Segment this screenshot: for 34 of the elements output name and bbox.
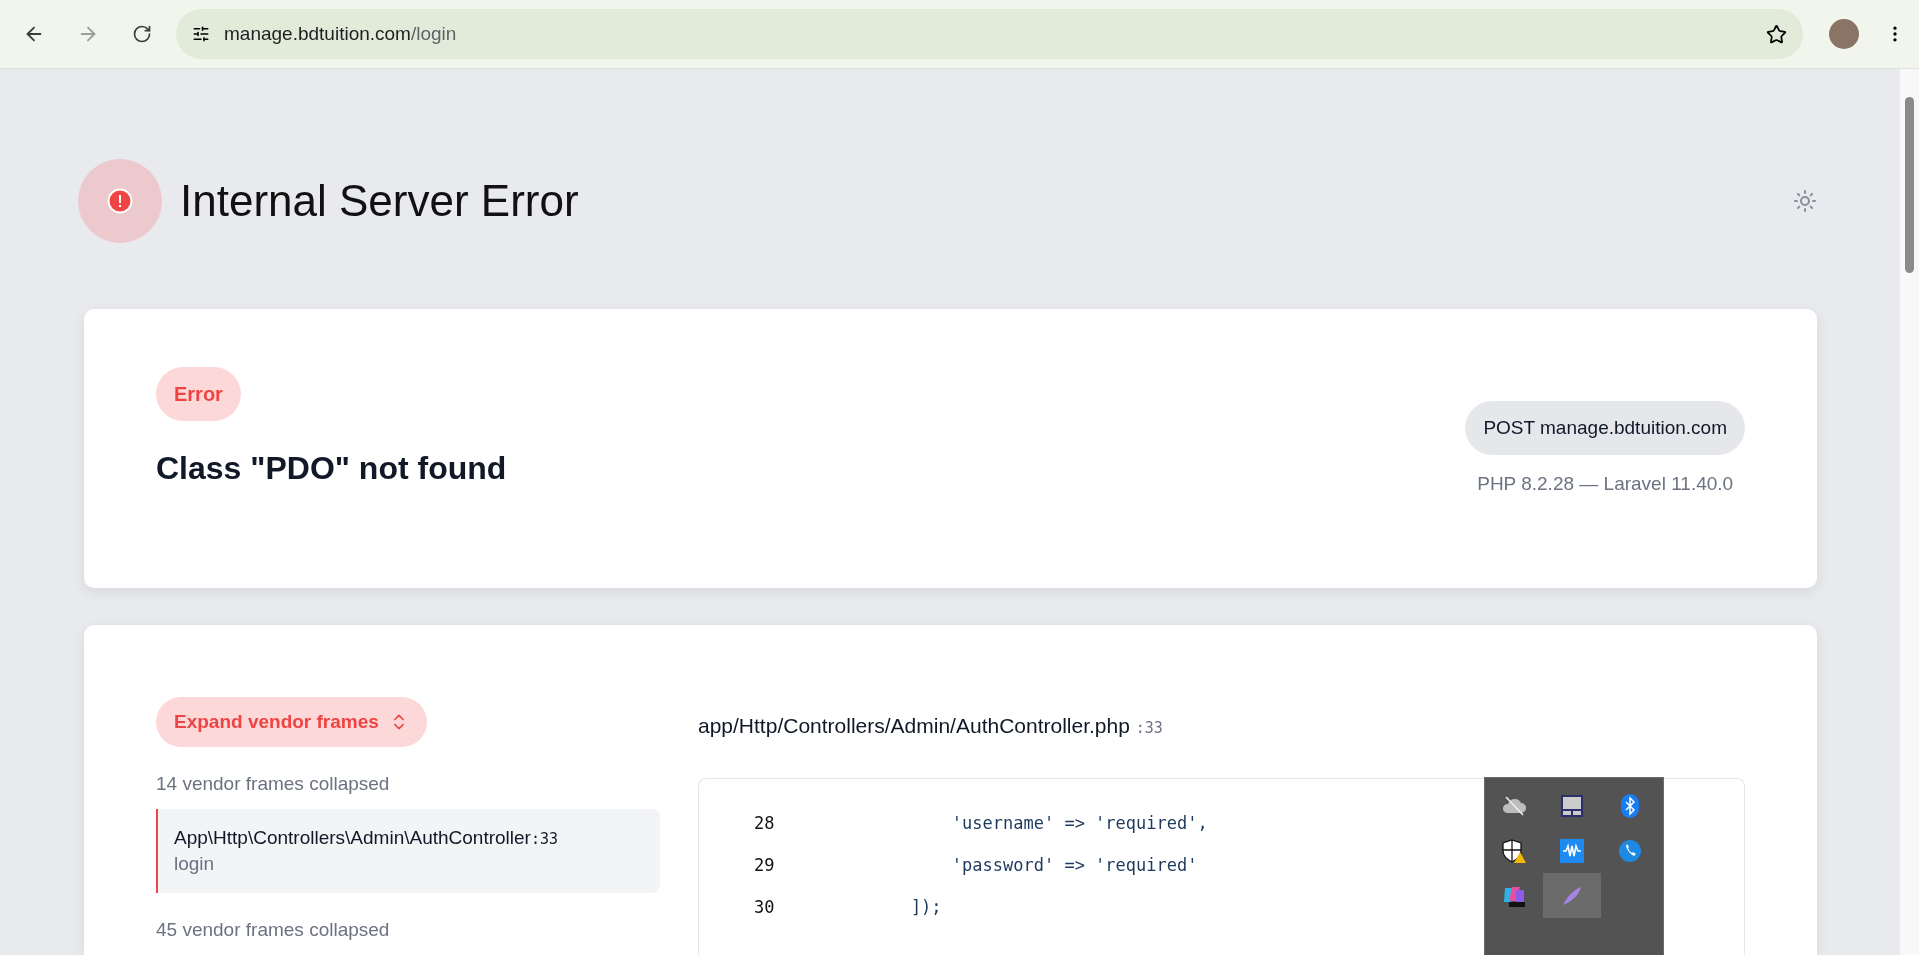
touchpad-icon: [1560, 793, 1584, 818]
expand-vendor-frames-button[interactable]: Expand vendor frames: [156, 697, 427, 747]
bluetooth-icon: [1621, 793, 1639, 818]
cloud-off-icon: [1501, 794, 1527, 817]
code-line: ]);: [909, 897, 942, 917]
frame-class: App\Http\Controllers\Admin\AuthController:33: [174, 827, 560, 849]
site-settings-icon[interactable]: [192, 25, 210, 43]
bookmark-star-icon[interactable]: [1766, 23, 1787, 45]
address-bar[interactable]: manage.bdtuition.com/login: [176, 9, 1803, 59]
page-title: Internal Server Error: [180, 176, 580, 226]
waveform-icon: [1560, 838, 1584, 863]
theme-toggle-icon[interactable]: [1793, 189, 1817, 213]
stack-frame[interactable]: App\Http\Controllers\Admin\AuthController:33 login: [156, 809, 660, 893]
file-path: app/Http/Controllers/Admin/AuthController.php :33: [698, 714, 1164, 738]
alert-icon: [107, 188, 133, 214]
scrollbar[interactable]: [1900, 69, 1919, 955]
line-number: 30: [754, 897, 776, 917]
reload-icon: [132, 24, 152, 44]
line-number: 29: [754, 855, 776, 875]
code-line: 'password' => 'required': [950, 855, 1198, 875]
collapsed-frames-text[interactable]: 45 vendor frames collapsed: [156, 919, 390, 941]
collapsed-frames-text[interactable]: 14 vendor frames collapsed: [156, 773, 390, 795]
url-text: manage.bdtuition.com/login: [224, 23, 458, 45]
frame-method: login: [174, 853, 216, 875]
version-text: PHP 8.2.28 — Laravel 11.40.0: [1477, 473, 1734, 495]
error-message: Class "PDO" not found: [156, 450, 507, 487]
feather-icon: [1561, 884, 1583, 907]
phone-icon: [1618, 838, 1642, 863]
request-pill: POST manage.bdtuition.com: [1465, 401, 1745, 455]
line-number: 28: [754, 813, 776, 833]
code-line: 'username' => 'required',: [950, 813, 1208, 833]
profile-avatar[interactable]: [1829, 19, 1859, 49]
error-type-badge: Error: [156, 367, 241, 421]
shield-warning-icon: [1501, 837, 1527, 864]
